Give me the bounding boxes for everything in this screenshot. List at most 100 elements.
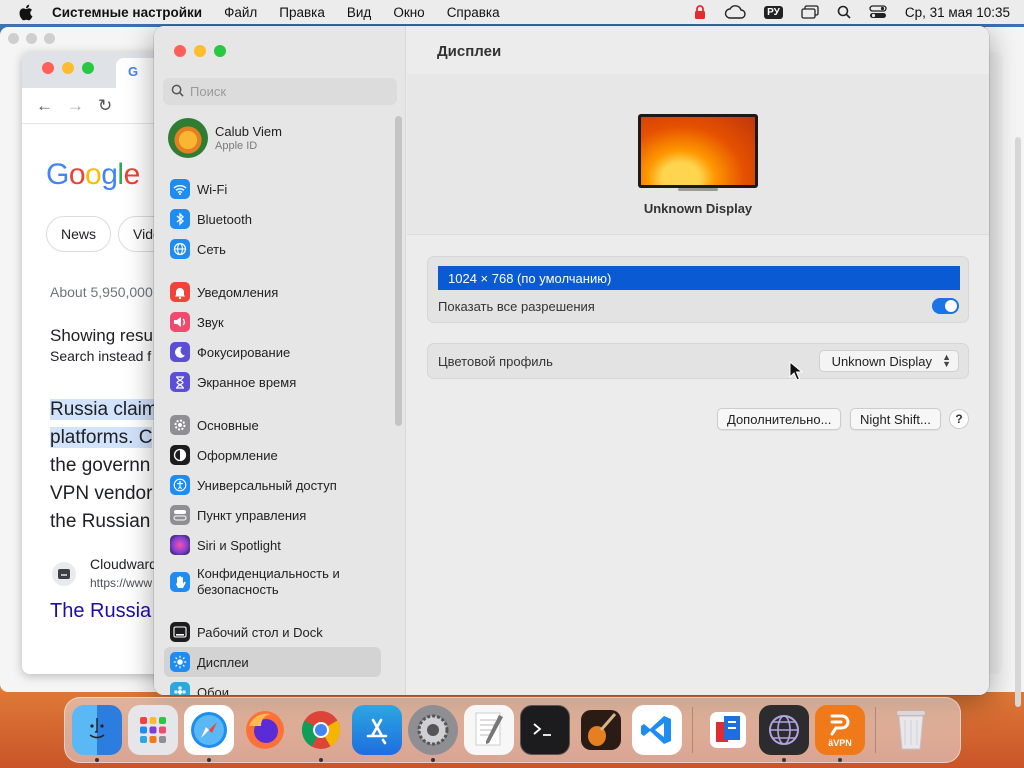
back-arrow-icon[interactable]: ← xyxy=(36,96,53,116)
sidebar-item-general[interactable]: Основные xyxy=(164,410,381,440)
google-logo: Google xyxy=(46,158,140,191)
displays-pane: Дисплеи Unknown Display 1024 × 768 (по у… xyxy=(407,26,989,695)
wifi-icon xyxy=(170,179,190,199)
search-input[interactable] xyxy=(190,84,390,99)
menu-view[interactable]: Вид xyxy=(347,5,371,20)
menu-bar: Системные настройки Файл Правка Вид Окно… xyxy=(0,0,1024,24)
dock-textedit-icon[interactable] xyxy=(464,705,514,755)
bell-icon xyxy=(170,282,190,302)
help-button[interactable]: ? xyxy=(949,409,969,429)
reload-icon[interactable]: ↻ xyxy=(98,96,112,116)
dock-finder-icon[interactable] xyxy=(72,705,122,762)
sidebar-item-appearance[interactable]: Оформление xyxy=(164,440,381,470)
search-icon[interactable] xyxy=(837,5,851,19)
input-source-badge[interactable]: РУ xyxy=(764,5,783,19)
appearance-icon xyxy=(170,445,190,465)
dock-firefox-icon[interactable] xyxy=(240,705,290,755)
result-stats: About 5,950,000 xyxy=(50,284,153,300)
sidebar-item-siri-spotlight[interactable]: Siri и Spotlight xyxy=(164,530,381,560)
dock-icon xyxy=(170,622,190,642)
resolution-card: 1024 × 768 (по умолчанию) Показать все р… xyxy=(427,256,969,323)
sidebar-item-displays[interactable]: Дисплеи xyxy=(164,647,381,677)
zoom-icon[interactable] xyxy=(214,45,226,57)
control-center-icon[interactable] xyxy=(869,5,887,19)
apple-icon[interactable] xyxy=(18,3,36,21)
night-shift-button[interactable]: Night Shift... xyxy=(850,408,941,430)
show-all-resolutions-toggle[interactable] xyxy=(932,298,959,314)
dock-launchpad-icon[interactable] xyxy=(128,705,178,755)
result-title-link[interactable]: The Russia xyxy=(50,600,151,623)
apple-id-account[interactable]: Calub Viem Apple ID xyxy=(168,118,282,158)
dock-chrome-icon[interactable] xyxy=(296,705,346,762)
sidebar-item-notifications[interactable]: Уведомления xyxy=(164,277,381,307)
search-field[interactable] xyxy=(163,78,397,105)
sidebar-item-desktop-dock[interactable]: Рабочий стол и Dock xyxy=(164,617,381,647)
chip-news[interactable]: News xyxy=(46,216,112,252)
menu-file[interactable]: Файл xyxy=(224,5,257,20)
menu-window[interactable]: Окно xyxy=(393,5,424,20)
sidebar-item-accessibility[interactable]: Универсальный доступ xyxy=(164,470,381,500)
menu-help[interactable]: Справка xyxy=(447,5,500,20)
site-name: Cloudward xyxy=(90,556,157,572)
sidebar-item-wallpaper[interactable]: Обои xyxy=(164,677,381,695)
sidebar-item-screen-time[interactable]: Экранное время xyxy=(164,367,381,397)
mouse-cursor-icon xyxy=(789,360,804,384)
sidebar-item-wifi[interactable]: Wi-Fi xyxy=(164,174,381,204)
site-favicon-icon xyxy=(52,562,76,586)
close-icon[interactable] xyxy=(174,45,186,57)
lock-icon[interactable] xyxy=(694,4,706,20)
minimize-icon[interactable] xyxy=(62,62,74,74)
menu-edit[interactable]: Правка xyxy=(279,5,325,20)
dock-vpn-icon[interactable]: äVPN xyxy=(815,705,865,762)
flower-icon xyxy=(170,682,190,695)
hand-icon xyxy=(170,572,190,592)
dock-system-settings-icon[interactable] xyxy=(408,705,458,762)
chevron-updown-icon: ▲ ▼ xyxy=(942,352,951,369)
menu-app-name[interactable]: Системные настройки xyxy=(52,5,202,20)
search-icon xyxy=(171,84,184,100)
sidebar-item-control-center[interactable]: Пункт управления xyxy=(164,500,381,530)
window-switcher-icon[interactable] xyxy=(801,5,819,19)
dock-trash-icon[interactable] xyxy=(886,705,936,755)
search-instead[interactable]: Search instead f xyxy=(50,348,151,364)
globe-icon xyxy=(170,239,190,259)
bluetooth-icon xyxy=(170,209,190,229)
display-preview: Unknown Display xyxy=(407,74,989,235)
account-subtitle: Apple ID xyxy=(215,140,258,152)
dock-garageband-icon[interactable] xyxy=(576,705,626,755)
google-favicon-icon: G xyxy=(128,64,139,79)
sidebar-item-sound[interactable]: Звук xyxy=(164,307,381,337)
resolution-option-selected[interactable]: 1024 × 768 (по умолчанию) xyxy=(438,266,960,290)
dock-parallels-icon[interactable] xyxy=(703,705,753,755)
avatar xyxy=(168,118,208,158)
sidebar-item-privacy-security[interactable]: Конфиденциальность и безопасность xyxy=(164,560,381,604)
forward-arrow-icon[interactable]: → xyxy=(67,96,84,116)
dock-vscode-icon[interactable] xyxy=(632,705,682,755)
minimize-icon[interactable] xyxy=(194,45,206,57)
scrollbar[interactable] xyxy=(1015,137,1021,707)
cloud-icon[interactable] xyxy=(724,5,746,19)
close-icon[interactable] xyxy=(42,62,54,74)
sidebar-item-network[interactable]: Сеть xyxy=(164,234,381,264)
dock-safari-icon[interactable] xyxy=(184,705,234,762)
show-all-resolutions-label: Показать все разрешения xyxy=(438,299,595,314)
hourglass-icon xyxy=(170,372,190,392)
showing-results: Showing resu xyxy=(50,326,154,345)
dock-terminal-icon[interactable] xyxy=(520,705,570,755)
clock[interactable]: Ср, 31 мая 10:35 xyxy=(905,5,1010,20)
account-name: Calub Viem xyxy=(215,124,282,139)
site-url: https://www xyxy=(90,576,153,590)
advanced-button[interactable]: Дополнительно... xyxy=(717,408,842,430)
dock-network-radar-icon[interactable] xyxy=(759,705,809,762)
sidebar-item-bluetooth[interactable]: Bluetooth xyxy=(164,204,381,234)
accessibility-icon xyxy=(170,475,190,495)
color-profile-popup[interactable]: Unknown Display ▲ ▼ xyxy=(818,350,959,372)
speaker-icon xyxy=(170,312,190,332)
sidebar-item-focus[interactable]: Фокусирование xyxy=(164,337,381,367)
monitor-icon[interactable] xyxy=(638,114,758,191)
sidebar-scrollbar[interactable] xyxy=(395,116,402,426)
dock-app-store-icon[interactable] xyxy=(352,705,402,755)
sidebar: Calub Viem Apple ID Wi-Fi Bluetooth Сеть xyxy=(154,26,406,695)
zoom-icon[interactable] xyxy=(82,62,94,74)
moon-icon xyxy=(170,342,190,362)
